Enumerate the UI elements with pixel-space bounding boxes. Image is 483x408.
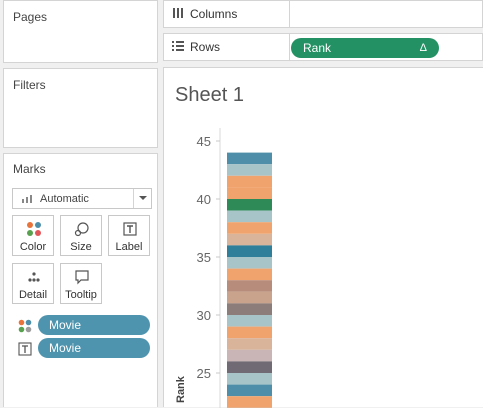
y-tick-label: 45 [197,134,211,149]
table-calc-delta-icon: Δ [420,38,427,58]
bar-segment[interactable] [227,373,272,385]
bar-segment[interactable] [227,257,272,269]
color-dots-icon [18,319,32,333]
rows-shelf-label: Rows [172,40,220,54]
bar-segment[interactable] [227,292,272,304]
color-button-label: Color [13,241,53,253]
label-button[interactable]: Label [108,215,150,256]
tooltip-button[interactable]: Tooltip [60,263,102,304]
bar-segment[interactable] [227,153,272,165]
bar-segment[interactable] [227,361,272,373]
y-tick-label: 35 [197,250,211,265]
detail-button[interactable]: Detail [12,263,54,304]
color-field-row: Movie [18,315,150,335]
marks-card: Marks Automatic Color Size Label [3,153,158,407]
pages-card[interactable]: Pages [3,0,158,63]
y-axis: 25 30 35 40 45 [197,128,220,408]
columns-shelf-label: Columns [172,7,237,21]
size-button[interactable]: Size [60,215,102,256]
bar-segment[interactable] [227,315,272,327]
rows-shelf[interactable]: Rows Rank Δ [163,33,483,61]
rows-icon [172,40,184,52]
filters-title: Filters [13,78,46,92]
bar-segment[interactable] [227,338,272,350]
pages-title: Pages [13,10,47,24]
color-field-pill[interactable]: Movie [38,315,150,335]
worksheet-view[interactable]: Sheet 1 2530354045 Rank [163,67,483,407]
mark-type-dropdown[interactable]: Automatic [12,188,152,209]
label-field-row: Movie [18,338,150,358]
bar-segment[interactable] [227,245,272,257]
rank-pill-label: Rank [303,41,331,55]
filters-card[interactable]: Filters [3,68,158,148]
size-icon [74,221,90,237]
stacked-bar[interactable] [227,153,272,408]
rank-pill[interactable]: Rank Δ [291,38,439,58]
bar-segment[interactable] [227,176,272,188]
bar-segment[interactable] [227,396,272,408]
y-tick-label: 25 [197,366,211,381]
label-icon [18,342,32,356]
bar-segment[interactable] [227,187,272,199]
columns-label-text: Columns [190,7,237,21]
shelf-divider [289,1,290,27]
bar-segment[interactable] [227,164,272,176]
tooltip-button-label: Tooltip [61,289,101,301]
bar-segment[interactable] [227,269,272,281]
label-icon [122,221,138,237]
bar-segment[interactable] [227,303,272,315]
y-tick-label: 40 [197,192,211,207]
tooltip-icon [74,269,90,285]
chevron-down-icon[interactable] [133,189,151,208]
columns-icon [172,7,184,19]
bar-segment[interactable] [227,280,272,292]
bar-segment[interactable] [227,350,272,362]
shelf-divider [289,34,290,60]
rows-label-text: Rows [190,40,220,54]
columns-shelf[interactable]: Columns [163,0,483,28]
detail-icon [26,269,42,285]
label-field-pill[interactable]: Movie [38,338,150,358]
rank-chart[interactable]: 25 30 35 40 45 Rank [164,68,483,408]
label-button-label: Label [109,241,149,253]
bar-segment[interactable] [227,211,272,223]
bar-segment[interactable] [227,327,272,339]
bar-segment[interactable] [227,222,272,234]
color-dots-icon [26,221,42,237]
mark-type-label: Automatic [40,193,89,205]
detail-button-label: Detail [13,289,53,301]
bar-segment[interactable] [227,385,272,397]
y-tick-label: 30 [197,308,211,323]
y-axis-title: Rank [175,375,187,403]
bar-segment[interactable] [227,234,272,246]
marks-title: Marks [13,162,46,176]
size-button-label: Size [61,241,101,253]
automatic-marks-icon [22,195,32,203]
color-button[interactable]: Color [12,215,54,256]
bar-segment[interactable] [227,199,272,211]
